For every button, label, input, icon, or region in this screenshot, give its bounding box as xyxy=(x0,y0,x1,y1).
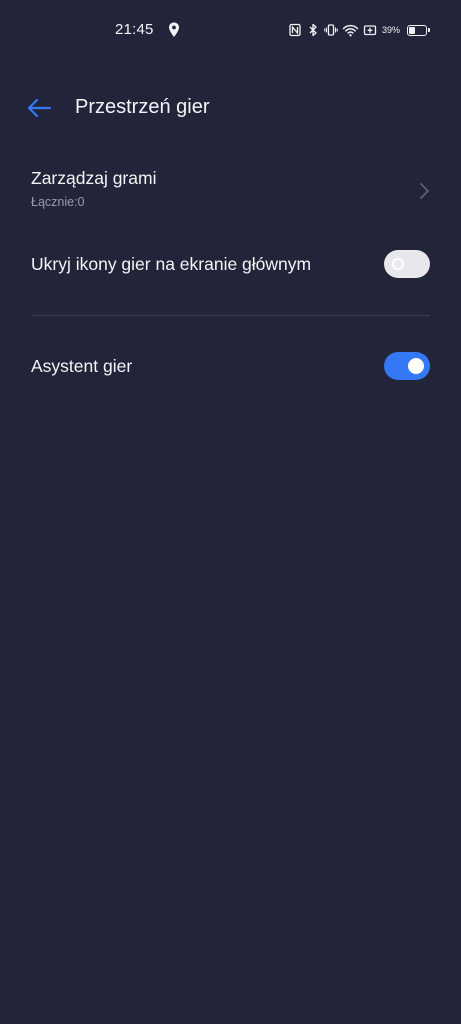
divider xyxy=(31,315,430,316)
battery-percent: 39% xyxy=(382,25,401,35)
game-assistant-row: Asystent gier xyxy=(31,350,430,384)
battery-icon xyxy=(407,24,431,36)
vibrate-icon xyxy=(324,24,338,36)
manage-games-row[interactable]: Zarządzaj grami Łącznie:0 xyxy=(31,168,430,220)
status-time: 21:45 xyxy=(115,21,154,38)
toggle-knob xyxy=(408,358,424,374)
back-arrow-icon[interactable] xyxy=(24,94,56,122)
manage-games-count: Łącznie:0 xyxy=(31,195,85,209)
game-assistant-label: Asystent gier xyxy=(31,356,133,376)
toggle-knob xyxy=(392,258,404,270)
bluetooth-icon xyxy=(309,23,317,37)
location-icon xyxy=(169,22,179,37)
wifi-icon xyxy=(342,24,359,37)
hide-game-icons-row: Ukryj ikony gier na ekranie głównym xyxy=(31,248,430,282)
status-bar: 21:45 39% xyxy=(0,0,461,60)
page-title: Przestrzeń gier xyxy=(75,96,210,118)
hide-game-icons-toggle[interactable] xyxy=(384,250,430,278)
app-header: Przestrzeń gier xyxy=(0,86,461,132)
nfc-icon xyxy=(289,23,301,37)
status-icons: 39% xyxy=(288,20,431,40)
manage-games-title: Zarządzaj grami xyxy=(31,168,157,188)
battery-level-fill xyxy=(409,26,416,34)
game-assistant-toggle[interactable] xyxy=(384,352,430,380)
hide-game-icons-label: Ukryj ikony gier na ekranie głównym xyxy=(31,254,312,274)
chevron-right-icon xyxy=(420,183,429,199)
screen: 21:45 39% Przestrzeń gier Zarządzaj gram… xyxy=(0,0,461,1024)
battery-saver-icon xyxy=(363,25,377,36)
